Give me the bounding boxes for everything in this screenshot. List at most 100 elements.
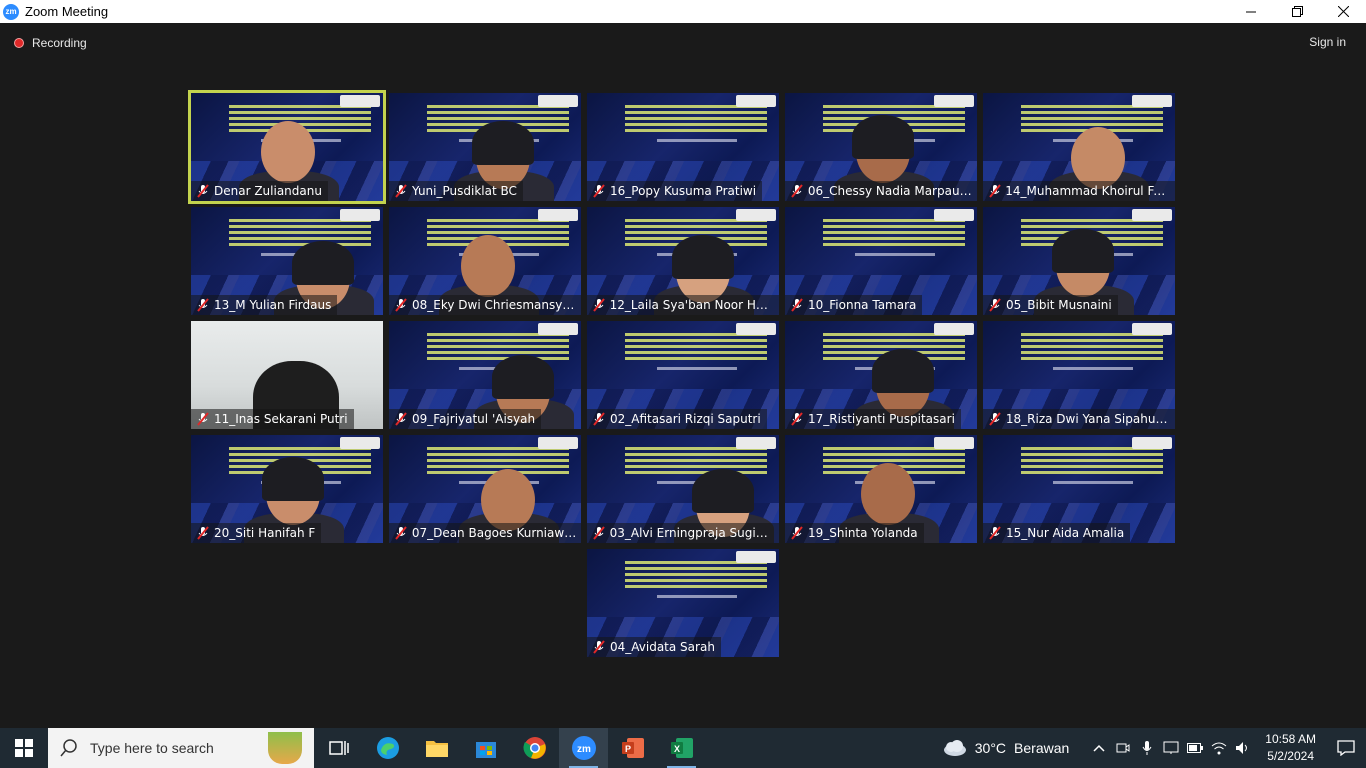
participant-tile[interactable]: 10_Fionna Tamara bbox=[785, 207, 977, 315]
task-view-icon bbox=[328, 741, 349, 755]
participant-name: 19_Shinta Yolanda bbox=[808, 526, 918, 540]
microphone-icon bbox=[1142, 741, 1152, 755]
muted-microphone-icon bbox=[791, 412, 803, 426]
muted-microphone-icon bbox=[791, 526, 803, 540]
zoom-taskbar-button[interactable]: zm bbox=[559, 728, 608, 768]
search-placeholder: Type here to search bbox=[90, 740, 214, 756]
participant-tile[interactable]: 19_Shinta Yolanda bbox=[785, 435, 977, 543]
muted-microphone-icon bbox=[197, 412, 209, 426]
taskbar-search-box[interactable]: Type here to search bbox=[48, 728, 314, 768]
participant-name-bar: 05_Bibit Musnaini bbox=[983, 295, 1118, 315]
excel-taskbar-button[interactable]: X bbox=[657, 728, 706, 768]
slide-subtitle-block bbox=[855, 253, 935, 256]
slide-subtitle-block bbox=[1053, 481, 1133, 484]
participant-name: 07_Dean Bagoes Kurniawan bbox=[411, 526, 577, 540]
participant-tile[interactable]: 04_Avidata Sarah bbox=[587, 549, 779, 657]
participant-tile[interactable]: Yuni_Pusdiklat BC bbox=[389, 93, 581, 201]
restore-icon bbox=[1291, 6, 1303, 17]
file-explorer-taskbar-button[interactable] bbox=[412, 728, 461, 768]
video-feed bbox=[262, 457, 324, 501]
chrome-taskbar-button[interactable] bbox=[510, 728, 559, 768]
participant-name-bar: 13_M Yulian Firdaus bbox=[191, 295, 338, 315]
minimize-button[interactable] bbox=[1228, 0, 1274, 23]
clock-date: 5/2/2024 bbox=[1267, 749, 1314, 763]
participant-tile[interactable]: 06_Chessy Nadia Marpaung bbox=[785, 93, 977, 201]
speaker-icon bbox=[1236, 742, 1248, 754]
participant-name: 10_Fionna Tamara bbox=[808, 298, 917, 312]
slide-subtitle-block bbox=[657, 139, 737, 142]
zoom-icon: zm bbox=[571, 736, 596, 760]
muted-microphone-icon bbox=[989, 526, 1001, 540]
participant-tile[interactable]: 20_Siti Hanifah F bbox=[191, 435, 383, 543]
participant-tile[interactable]: 15_Nur Aida Amalia bbox=[983, 435, 1175, 543]
meeting-area: Recording Sign in Denar Zuliandanu Yuni_P… bbox=[0, 23, 1366, 728]
participant-tile[interactable]: 02_Afitasari Rizqi Saputri bbox=[587, 321, 779, 429]
participant-tile[interactable]: 16_Popy Kusuma Pratiwi bbox=[587, 93, 779, 201]
participant-tile[interactable]: 14_Muhammad Khoirul Fati... bbox=[983, 93, 1175, 201]
muted-microphone-icon bbox=[593, 184, 605, 198]
microphone-tray-button[interactable] bbox=[1135, 728, 1159, 768]
svg-text:X: X bbox=[673, 744, 679, 754]
participant-tile[interactable]: 13_M Yulian Firdaus bbox=[191, 207, 383, 315]
muted-microphone-icon bbox=[395, 412, 407, 426]
wifi-icon bbox=[1211, 742, 1227, 755]
participant-tile[interactable]: 18_Riza Dwi Yana Sipahutar bbox=[983, 321, 1175, 429]
video-feed bbox=[852, 115, 914, 159]
store-icon bbox=[475, 742, 496, 758]
participant-tile[interactable]: 05_Bibit Musnaini bbox=[983, 207, 1175, 315]
video-feed bbox=[472, 121, 534, 165]
participant-tile[interactable]: Denar Zuliandanu bbox=[188, 90, 386, 204]
participant-name: 09_Fajriyatul 'Aisyah bbox=[412, 412, 536, 426]
video-feed bbox=[292, 241, 354, 285]
participant-tile[interactable]: 07_Dean Bagoes Kurniawan bbox=[389, 435, 581, 543]
svg-text:zm: zm bbox=[577, 744, 591, 755]
store-taskbar-button[interactable] bbox=[461, 728, 510, 768]
participant-name-bar: 03_Alvi Erningpraja Sugiarto bbox=[587, 523, 779, 543]
video-feed bbox=[461, 235, 515, 297]
muted-microphone-icon bbox=[395, 526, 407, 540]
powerpoint-taskbar-button[interactable]: P bbox=[608, 728, 657, 768]
task-view-button[interactable] bbox=[314, 728, 363, 768]
display-tray-button[interactable] bbox=[1159, 728, 1183, 768]
participant-tile[interactable]: 12_Laila Sya'ban Noor Hay... bbox=[587, 207, 779, 315]
volume-tray-button[interactable] bbox=[1231, 728, 1255, 768]
restore-button[interactable] bbox=[1274, 0, 1320, 23]
close-button[interactable] bbox=[1320, 0, 1366, 23]
participant-tile[interactable]: 11_Inas Sekarani Putri bbox=[191, 321, 383, 429]
muted-microphone-icon bbox=[395, 298, 407, 312]
video-feed bbox=[261, 121, 315, 183]
svg-text:P: P bbox=[624, 744, 630, 754]
network-tray-button[interactable] bbox=[1207, 728, 1231, 768]
participant-name-bar: 08_Eky Dwi Chriesmansyah bbox=[389, 295, 581, 315]
start-button[interactable] bbox=[0, 728, 48, 768]
logo-strip bbox=[1132, 95, 1172, 107]
meet-now-button[interactable] bbox=[1111, 728, 1135, 768]
notifications-button[interactable] bbox=[1326, 728, 1366, 768]
participant-tile[interactable]: 17_Ristiyanti Puspitasari bbox=[785, 321, 977, 429]
slide-title-block bbox=[427, 333, 569, 363]
video-feed bbox=[872, 349, 934, 393]
participant-name-bar: 09_Fajriyatul 'Aisyah bbox=[389, 409, 542, 429]
participant-name-bar: 12_Laila Sya'ban Noor Hay... bbox=[587, 295, 779, 315]
participant-name-bar: 16_Popy Kusuma Pratiwi bbox=[587, 181, 763, 201]
slide-title-block bbox=[625, 447, 767, 477]
taskbar-clock[interactable]: 10:58 AM 5/2/2024 bbox=[1265, 731, 1316, 765]
participant-tile[interactable]: 09_Fajriyatul 'Aisyah bbox=[389, 321, 581, 429]
battery-tray-button[interactable] bbox=[1183, 728, 1207, 768]
edge-taskbar-button[interactable] bbox=[363, 728, 412, 768]
participant-name-bar: 17_Ristiyanti Puspitasari bbox=[785, 409, 961, 429]
slide-title-block bbox=[823, 219, 965, 249]
muted-microphone-icon bbox=[197, 298, 209, 312]
participant-name: 16_Popy Kusuma Pratiwi bbox=[610, 184, 757, 198]
video-feed bbox=[861, 463, 915, 525]
muted-microphone-icon bbox=[791, 298, 803, 312]
participant-tile[interactable]: 08_Eky Dwi Chriesmansyah bbox=[389, 207, 581, 315]
weather-widget[interactable]: 30°C Berawan bbox=[941, 739, 1069, 757]
participant-name: Yuni_Pusdiklat BC bbox=[412, 184, 517, 198]
video-feed bbox=[492, 355, 554, 399]
participant-name-bar: 15_Nur Aida Amalia bbox=[983, 523, 1131, 543]
logo-strip bbox=[340, 437, 380, 449]
logo-strip bbox=[538, 323, 578, 335]
participant-tile[interactable]: 03_Alvi Erningpraja Sugiarto bbox=[587, 435, 779, 543]
show-hidden-icons-button[interactable] bbox=[1087, 728, 1111, 768]
